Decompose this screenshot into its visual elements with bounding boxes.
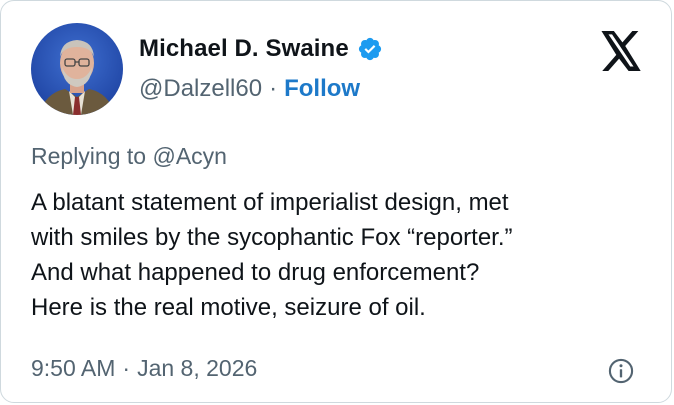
info-icon[interactable] <box>607 357 635 390</box>
x-logo-icon[interactable] <box>599 31 643 76</box>
author-name[interactable]: Michael D. Swaine <box>139 35 349 63</box>
tweet-time: 9:50 AM <box>31 355 116 381</box>
follow-button[interactable]: Follow <box>284 75 360 103</box>
tweet-date: Jan 8, 2026 <box>137 355 258 381</box>
tweet-timestamp[interactable]: 9:50 AM · Jan 8, 2026 <box>31 355 257 382</box>
avatar[interactable] <box>31 23 123 115</box>
tweet-text-line: And what happened to drug enforcement? <box>31 259 480 286</box>
tweet-text: A blatant statement of imperialist desig… <box>31 185 641 325</box>
author-name-row: Michael D. Swaine <box>139 35 383 63</box>
author-handle[interactable]: @Dalzell60 <box>139 75 262 103</box>
replying-to: Replying to @Acyn <box>31 143 227 170</box>
tweet-text-line: Here is the real motive, seizure of oil. <box>31 294 426 321</box>
replying-to-label: Replying to <box>31 143 153 169</box>
handle-row: @Dalzell60 · Follow <box>139 75 360 103</box>
handle-separator: · <box>269 75 278 102</box>
verified-badge-icon <box>357 36 383 62</box>
tweet-card: Michael D. Swaine @Dalzell60 · Follow Re… <box>0 0 672 403</box>
tweet-text-line: with smiles by the sycophantic Fox “repo… <box>31 224 513 251</box>
tweet-text-line: A blatant statement of imperialist desig… <box>31 189 509 216</box>
timestamp-separator: · <box>122 355 131 381</box>
replying-to-mention[interactable]: @Acyn <box>152 143 226 169</box>
